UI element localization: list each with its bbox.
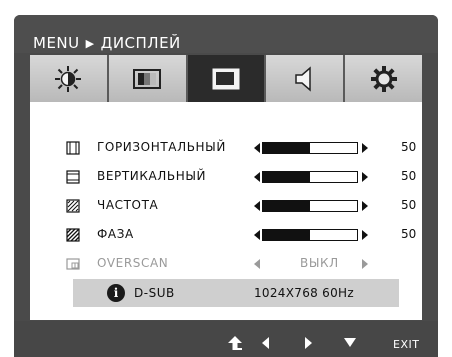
brightness-icon [55,65,82,92]
info-icon: i [107,284,125,302]
display-icon [212,68,240,89]
right-arrow-icon[interactable] [304,337,312,349]
breadcrumb-separator-icon: ▶ [85,36,95,50]
slider-track [262,142,358,154]
tab-audio[interactable] [266,55,346,102]
setting-row-overscan: OVERSCAN ВЫКЛ [30,254,422,274]
tab-picture[interactable] [108,55,188,102]
breadcrumb: MENU ▶ ДИСПЛЕЙ [33,34,181,52]
setting-row-phase[interactable]: ФАЗА 50 [30,225,422,245]
setting-row-horizontal[interactable]: ГОРИЗОНТАЛЬНЫЙ 50 [30,138,422,158]
breadcrumb-section: ДИСПЛЕЙ [100,34,181,52]
breadcrumb-menu: MENU [33,34,80,52]
tab-bar [30,55,422,102]
display-settings-panel: ГОРИЗОНТАЛЬНЫЙ 50 ВЕРТИКАЛЬНЫЙ 50 ЧАСТОТ… [30,102,422,320]
overscan-icon [66,258,80,270]
clock-icon [66,199,80,213]
down-arrow-icon[interactable] [344,338,356,347]
horizontal-slider[interactable] [254,142,368,154]
audio-icon [295,65,311,92]
clock-slider[interactable] [254,200,368,212]
decrease-arrow-icon[interactable] [254,172,260,182]
overscan-selector: ВЫКЛ [254,256,368,271]
phase-icon [66,228,80,242]
setting-label: ФАЗА [97,227,134,241]
setting-label: OVERSCAN [97,256,169,270]
tab-settings[interactable] [345,55,422,102]
previous-option-arrow-icon [254,259,260,269]
slider-fill [263,201,310,211]
decrease-arrow-icon[interactable] [254,143,260,153]
signal-info-bar: i D-SUB 1024X768 60Hz [73,279,399,307]
slider-fill [263,230,310,240]
tab-display[interactable] [187,55,267,102]
osd-header: MENU ▶ ДИСПЛЕЙ [14,15,438,53]
tab-brightness[interactable] [30,55,109,102]
overscan-value: ВЫКЛ [300,256,339,270]
horizontal-position-icon [66,141,80,155]
decrease-arrow-icon[interactable] [254,230,260,240]
setting-label: ВЕРТИКАЛЬНЫЙ [97,169,207,183]
increase-arrow-icon[interactable] [362,230,368,240]
setting-value: 50 [401,227,417,241]
exit-button[interactable]: EXIT [393,338,419,351]
setting-label: ЧАСТОТА [97,198,159,212]
left-arrow-icon[interactable] [262,337,270,349]
input-source: D-SUB [134,286,175,300]
setting-value: 50 [401,169,417,183]
settings-icon [370,65,397,92]
slider-fill [263,143,310,153]
osd-menu: MENU ▶ ДИСПЛЕЙ ГОРИЗОНТАЛЬНЫЙ 50 ВЕРТИКА… [14,15,438,357]
decrease-arrow-icon[interactable] [254,201,260,211]
osd-footer: EXIT [14,321,438,357]
increase-arrow-icon[interactable] [362,172,368,182]
setting-value: 50 [401,140,417,154]
setting-row-clock[interactable]: ЧАСТОТА 50 [30,196,422,216]
vertical-slider[interactable] [254,171,368,183]
phase-slider[interactable] [254,229,368,241]
next-option-arrow-icon [362,259,368,269]
increase-arrow-icon[interactable] [362,143,368,153]
setting-label: ГОРИЗОНТАЛЬНЫЙ [97,140,226,154]
slider-track [262,171,358,183]
setting-value: 50 [401,198,417,212]
slider-fill [263,172,310,182]
slider-track [262,200,358,212]
increase-arrow-icon[interactable] [362,201,368,211]
slider-track [262,229,358,241]
vertical-position-icon [66,170,80,184]
resolution-readout: 1024X768 60Hz [254,286,354,300]
return-up-icon[interactable] [227,336,243,350]
picture-icon [133,68,162,89]
setting-row-vertical[interactable]: ВЕРТИКАЛЬНЫЙ 50 [30,167,422,187]
